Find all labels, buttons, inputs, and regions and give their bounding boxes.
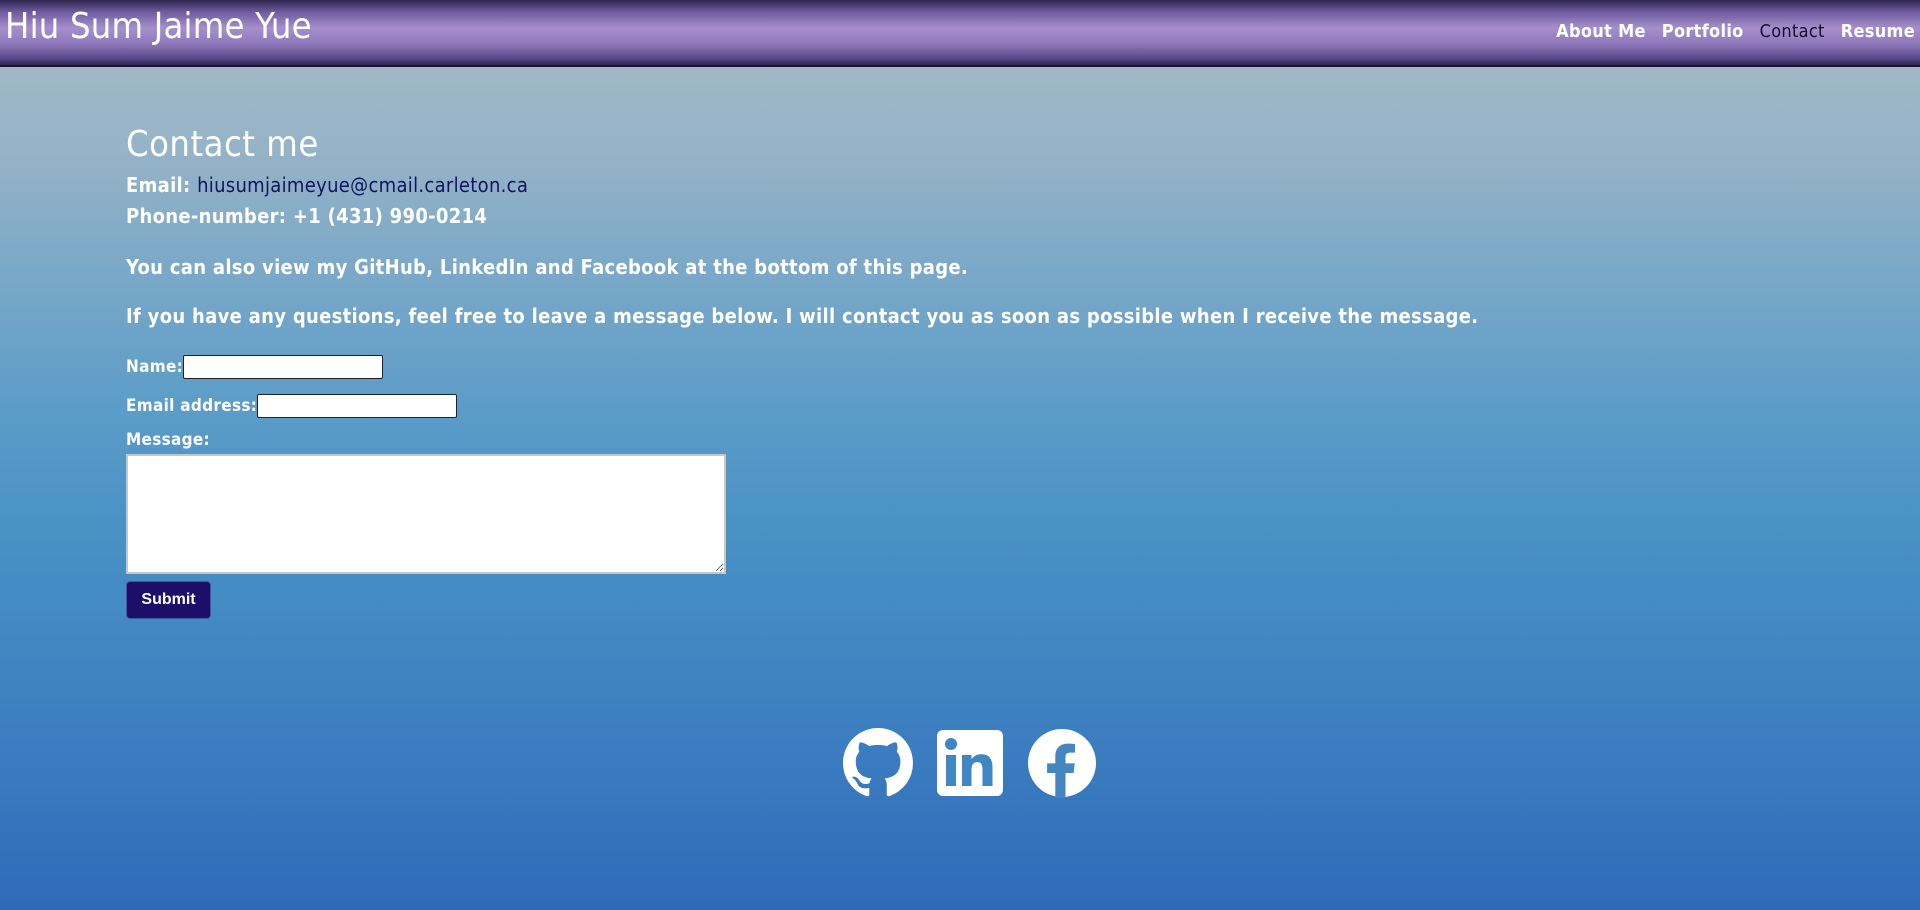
- name-row: Name:: [126, 352, 1626, 382]
- name-label: Name:: [126, 357, 184, 377]
- message-note: If you have any questions, feel free to …: [126, 304, 1479, 328]
- facebook-icon[interactable]: [1027, 728, 1097, 798]
- nav-contact[interactable]: Contact: [1760, 20, 1825, 44]
- contact-form: Name: Email address: Message: Submit: [126, 352, 1626, 619]
- page-title: Contact me: [126, 124, 319, 165]
- contact-section: Contact me Email: hiusumjaimeyue@cmail.c…: [126, 120, 1626, 619]
- nav-about-me[interactable]: About Me: [1556, 20, 1646, 44]
- message-label: Message:: [126, 430, 210, 450]
- social-links: [843, 728, 1097, 798]
- message-textarea[interactable]: [126, 454, 726, 574]
- main-nav: About Me Portfolio Contact Resume: [1556, 20, 1920, 44]
- submit-button[interactable]: Submit: [126, 581, 211, 619]
- email-input[interactable]: [257, 394, 458, 418]
- email-address-label: Email address:: [126, 396, 258, 416]
- site-header: Hiu Sum Jaime Yue About Me Portfolio Con…: [0, 0, 1920, 67]
- phone-label: Phone-number:: [126, 204, 287, 228]
- github-icon[interactable]: [843, 728, 913, 798]
- nav-portfolio[interactable]: Portfolio: [1662, 20, 1744, 44]
- name-input[interactable]: [183, 355, 384, 379]
- social-note: You can also view my GitHub, LinkedIn an…: [126, 255, 969, 279]
- phone-number: +1 (431) 990-0214: [292, 204, 488, 228]
- email-line: Email: hiusumjaimeyue@cmail.carleton.ca: [126, 170, 1626, 201]
- email-label: Email:: [126, 173, 191, 197]
- linkedin-icon[interactable]: [935, 728, 1005, 798]
- site-title: Hiu Sum Jaime Yue: [5, 6, 312, 47]
- nav-resume[interactable]: Resume: [1841, 20, 1915, 44]
- phone-line: Phone-number: +1 (431) 990-0214: [126, 201, 1626, 232]
- email-row: Email address:: [126, 391, 1626, 421]
- email-link[interactable]: hiusumjaimeyue@cmail.carleton.ca: [197, 173, 528, 197]
